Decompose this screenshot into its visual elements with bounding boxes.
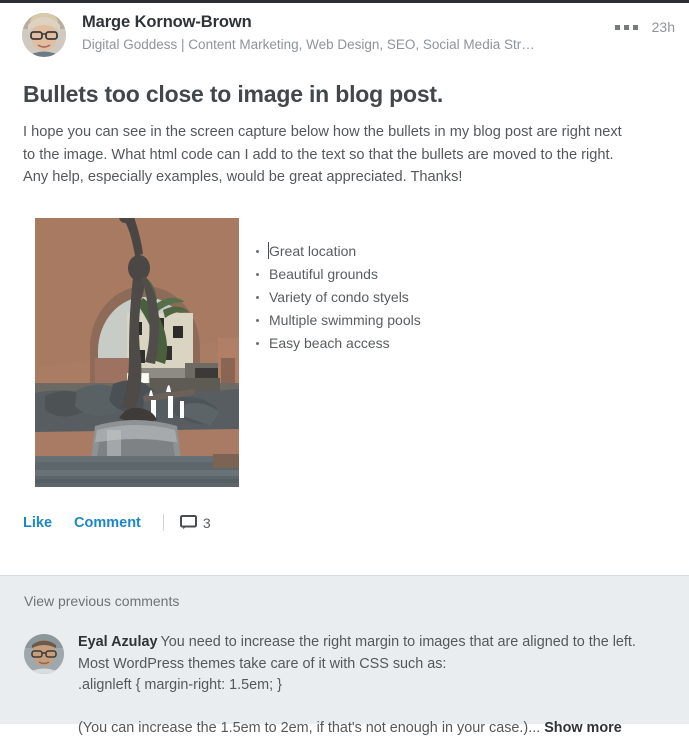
like-button[interactable]: Like — [23, 515, 52, 531]
user-photo-avatar-icon — [24, 634, 64, 674]
commenter-avatar[interactable] — [24, 634, 64, 674]
view-previous-comments-link[interactable]: View previous comments — [24, 592, 667, 610]
author-headline: Digital Goddess | Content Marketing, Web… — [82, 37, 535, 52]
action-divider — [162, 514, 164, 531]
comment-count-value: 3 — [202, 514, 211, 531]
post-header: Marge Kornow-Brown Digital Goddess | Con… — [0, 3, 689, 61]
bronze-statue-fountain-photo-icon — [35, 217, 239, 487]
post-title: Bullets too close to image in blog post. — [23, 81, 444, 107]
social-post-card: Marge Kornow-Brown Digital Goddess | Con… — [0, 0, 689, 736]
post-action-bar: Like Comment 3 — [0, 487, 689, 535]
list-item: Great location — [254, 240, 689, 263]
comments-section: View previous comments Eyal Azulay You n… — [0, 575, 689, 736]
comment-line-3: (You can increase the 1.5em to 2em, if t… — [78, 719, 541, 736]
list-item: Easy beach access — [254, 332, 689, 355]
comment-bubble-icon — [179, 515, 197, 530]
list-item: Beautiful grounds — [254, 263, 689, 286]
author-avatar[interactable] — [22, 13, 66, 57]
comment-code-snippet: .alignleft { margin-right: 1.5em; } — [78, 677, 282, 693]
list-item: Multiple swimming pools — [254, 309, 689, 332]
post-timestamp: 23h — [651, 19, 675, 35]
author-info: Marge Kornow-Brown Digital Goddess | Con… — [82, 11, 613, 54]
comment-line-2: Most WordPress themes take care of it wi… — [78, 655, 447, 672]
screenshot-bullet-list: Great location Beautiful grounds Variety… — [239, 218, 689, 356]
comment-button[interactable]: Comment — [74, 515, 141, 531]
author-name[interactable]: Marge Kornow-Brown — [82, 12, 613, 32]
post-body-text: I hope you can see in the screen capture… — [23, 124, 622, 185]
comment-text-block: Eyal Azulay You need to increase the righ… — [78, 632, 667, 739]
overflow-menu-icon[interactable] — [613, 21, 640, 34]
embedded-screenshot[interactable]: Great location Beautiful grounds Variety… — [0, 189, 689, 487]
comment-line-1: You need to increase the right margin to… — [160, 634, 636, 650]
list-item: Variety of condo styels — [254, 286, 689, 309]
comment-item: Eyal Azulay You need to increase the righ… — [24, 632, 667, 739]
statue-fountain-photo[interactable] — [35, 217, 239, 487]
user-photo-avatar-icon — [22, 13, 66, 57]
show-more-link[interactable]: Show more — [544, 720, 622, 736]
header-actions: 23h — [613, 11, 675, 35]
comment-count-group[interactable]: 3 — [179, 514, 211, 531]
comment-spacer — [78, 697, 667, 718]
commenter-name[interactable]: Eyal Azulay — [78, 634, 157, 650]
